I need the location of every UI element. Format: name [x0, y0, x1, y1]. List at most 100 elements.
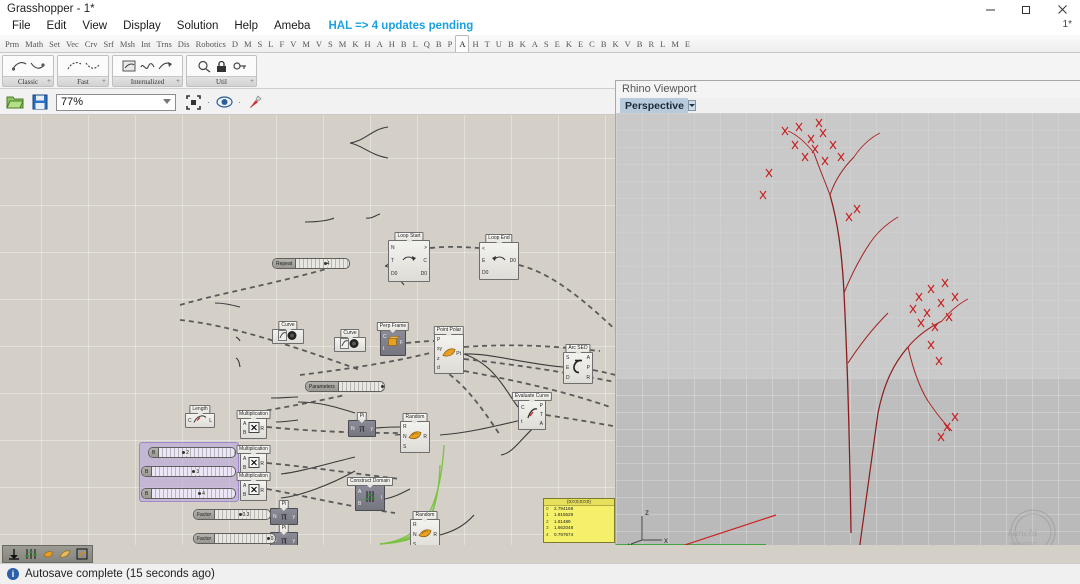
- input-pin-0[interactable]: N: [351, 426, 355, 432]
- input-pin-0[interactable]: P: [437, 337, 440, 343]
- input-pin-0[interactable]: A: [243, 483, 246, 489]
- menu-edit[interactable]: Edit: [39, 18, 75, 35]
- output-pin-0[interactable]: y: [293, 514, 296, 520]
- ribbon-tab-15[interactable]: F: [276, 36, 287, 52]
- internalize-icon[interactable]: [122, 59, 138, 74]
- input-pin-0[interactable]: <: [482, 246, 485, 252]
- ribbon-tab-22[interactable]: H: [361, 36, 373, 52]
- ribbon-tab-24[interactable]: H: [386, 36, 398, 52]
- ribbon-tab-6[interactable]: Msh: [117, 36, 138, 52]
- ribbon-tab-2[interactable]: Set: [46, 36, 63, 52]
- viewport-canvas[interactable]: z x y kanchi www.archcn: [616, 113, 1080, 570]
- slider-repeat-0[interactable]: Repeat 4: [272, 258, 350, 269]
- ribbon-tab-30[interactable]: A: [455, 35, 470, 52]
- input-pin-2[interactable]: D: [566, 375, 570, 381]
- ribbon-tab-33[interactable]: U: [493, 36, 505, 52]
- component-random[interactable]: R N S R Random: [410, 511, 440, 545]
- ribbon-tab-28[interactable]: B: [433, 36, 445, 52]
- slider-b-2[interactable]: B2: [148, 447, 236, 458]
- input-pin-0[interactable]: A: [358, 489, 361, 495]
- viewport-name-tab[interactable]: Perspective: [620, 98, 696, 113]
- magnify-icon[interactable]: [196, 59, 212, 74]
- input-pin-3[interactable]: d: [437, 365, 440, 371]
- close-button[interactable]: [1044, 0, 1080, 18]
- ribbon-tab-1[interactable]: Math: [22, 36, 46, 52]
- zoom-extents-button[interactable]: [182, 91, 204, 113]
- component-random[interactable]: R N S R Random: [400, 413, 430, 453]
- ribbon-tab-16[interactable]: V: [287, 36, 299, 52]
- output-pin-0[interactable]: R: [260, 488, 264, 494]
- input-pin-0[interactable]: A: [243, 421, 246, 427]
- ribbon-tab-35[interactable]: K: [517, 36, 529, 52]
- component-length[interactable]: C L Length: [185, 405, 215, 428]
- ribbon-tab-49[interactable]: E: [682, 36, 693, 52]
- menu-ameba[interactable]: Ameba: [266, 18, 318, 35]
- sliders-icon[interactable]: [23, 547, 38, 561]
- ribbon-tab-45[interactable]: B: [634, 36, 646, 52]
- input-pin-2[interactable]: D0: [482, 270, 488, 276]
- output-pin-0[interactable]: L: [209, 418, 212, 424]
- ribbon-tab-17[interactable]: M: [299, 36, 313, 52]
- ribbon-tab-25[interactable]: B: [398, 36, 410, 52]
- component-pi[interactable]: NyπPi: [270, 500, 298, 525]
- input-pin-1[interactable]: t: [521, 419, 522, 425]
- output-pin-0[interactable]: P: [540, 403, 543, 409]
- input-pin-1[interactable]: N: [413, 532, 417, 538]
- component-construct-domain[interactable]: A B I Construct Domain: [346, 477, 394, 511]
- ribbon-tab-39[interactable]: K: [563, 36, 575, 52]
- slider-parameters-1[interactable]: Parameters1: [305, 381, 385, 392]
- preview-toggle-button[interactable]: [213, 91, 235, 113]
- document-tab[interactable]: 1*: [1063, 19, 1072, 30]
- ribbon-tab-7[interactable]: Int: [138, 36, 153, 52]
- open-file-button[interactable]: [4, 91, 26, 113]
- preview-paint-button[interactable]: [244, 91, 266, 113]
- output-pin-0[interactable]: >: [424, 245, 427, 251]
- save-file-button[interactable]: [29, 91, 51, 113]
- slider-grip[interactable]: [192, 470, 196, 473]
- chevron-down-icon[interactable]: [687, 100, 696, 111]
- ribbon-tab-46[interactable]: R: [645, 36, 657, 52]
- output-pin-0[interactable]: y: [371, 426, 374, 432]
- input-pin-1[interactable]: B: [243, 430, 246, 436]
- slider-b-4[interactable]: B4: [141, 488, 236, 499]
- ribbon-tab-9[interactable]: Dis: [175, 36, 193, 52]
- slider-track[interactable]: 0.8: [215, 534, 275, 543]
- ribbon-tab-36[interactable]: A: [529, 36, 541, 52]
- output-pin-0[interactable]: y: [293, 538, 296, 544]
- component-curve[interactable]: Curve: [334, 329, 366, 352]
- output-pin-2[interactable]: A: [540, 421, 543, 427]
- curve-fast-icon[interactable]: [66, 59, 82, 74]
- ribbon-tab-12[interactable]: M: [241, 36, 255, 52]
- component-curve[interactable]: Curve: [272, 321, 304, 344]
- ribbon-tab-3[interactable]: Vec: [63, 36, 82, 52]
- ribbon-tab-19[interactable]: S: [325, 36, 336, 52]
- ribbon-tab-31[interactable]: H: [469, 36, 481, 52]
- wave-icon[interactable]: [140, 59, 156, 74]
- ribbon-tab-18[interactable]: V: [313, 36, 325, 52]
- output-pin-0[interactable]: I: [381, 495, 382, 501]
- ribbon-tab-5[interactable]: Srf: [101, 36, 117, 52]
- ribbon-tab-47[interactable]: L: [657, 36, 668, 52]
- menu-view[interactable]: View: [74, 18, 115, 35]
- output-pin-0[interactable]: A: [587, 355, 590, 361]
- bake-icon[interactable]: [40, 547, 55, 561]
- output-pin-1[interactable]: T: [540, 412, 543, 418]
- output-pin-1[interactable]: P: [587, 365, 590, 371]
- component-multiplication[interactable]: A B R Multiplication: [236, 445, 271, 474]
- slider-factor-5[interactable]: Factor 0.3: [193, 509, 271, 520]
- ribbon-tab-21[interactable]: K: [349, 36, 361, 52]
- input-pin-0[interactable]: C: [188, 418, 192, 424]
- ribbon-tab-23[interactable]: A: [374, 36, 386, 52]
- ribbon-tab-38[interactable]: E: [552, 36, 563, 52]
- ribbon-tab-27[interactable]: Q: [421, 36, 433, 52]
- slider-grip[interactable]: [323, 262, 327, 265]
- output-pin-0[interactable]: F: [400, 340, 403, 346]
- slider-track[interactable]: 2: [159, 448, 235, 457]
- input-pin-2[interactable]: D0: [391, 271, 397, 277]
- input-pin-0[interactable]: A: [243, 456, 246, 462]
- ribbon-tab-40[interactable]: E: [575, 36, 586, 52]
- ribbon-tab-14[interactable]: L: [265, 36, 276, 52]
- slider-factor-6[interactable]: Factor 0.8: [193, 533, 276, 544]
- component-point-polar[interactable]: Pxy z d Pt Point Polar: [433, 326, 465, 374]
- ribbon-tab-41[interactable]: C: [586, 36, 598, 52]
